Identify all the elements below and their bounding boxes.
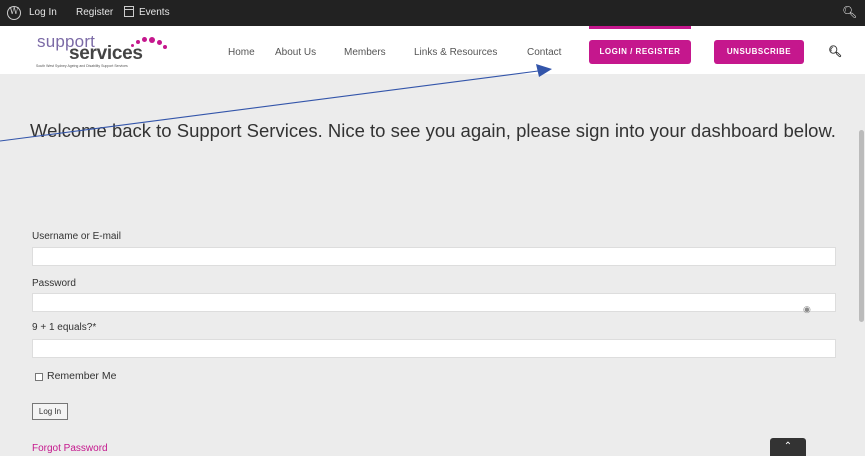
- captcha-field[interactable]: [32, 339, 836, 358]
- eye-icon[interactable]: ◉: [803, 304, 811, 315]
- remember-me-checkbox[interactable]: [35, 373, 43, 381]
- nav-about-us[interactable]: About Us: [275, 47, 316, 58]
- unsubscribe-button[interactable]: UNSUBSCRIBE: [714, 40, 804, 64]
- wordpress-icon[interactable]: W: [7, 6, 21, 20]
- scrollbar[interactable]: [859, 130, 864, 322]
- logo-tagline: South West Sydney Ageing and Disability …: [36, 64, 128, 68]
- nav-members[interactable]: Members: [344, 47, 386, 58]
- chevron-up-icon[interactable]: ⌃: [770, 438, 806, 456]
- nav-contact[interactable]: Contact: [527, 47, 561, 58]
- admin-login-link[interactable]: Log In: [29, 7, 57, 18]
- nav-links-resources[interactable]: Links & Resources: [414, 47, 497, 58]
- login-register-button[interactable]: LOGIN / REGISTER: [589, 40, 691, 64]
- nav-home[interactable]: Home: [228, 47, 255, 58]
- active-indicator: [589, 26, 691, 29]
- remember-me-label: Remember Me: [47, 370, 117, 382]
- search-icon[interactable]: 🔍︎: [842, 5, 857, 19]
- forgot-password-link[interactable]: Forgot Password: [32, 443, 108, 454]
- password-label: Password: [32, 278, 76, 289]
- log-in-button[interactable]: Log In: [32, 403, 68, 420]
- calendar-icon: [124, 6, 134, 17]
- admin-register-link[interactable]: Register: [76, 7, 113, 18]
- admin-events-link[interactable]: Events: [139, 7, 170, 18]
- captcha-label: 9 + 1 equals?*: [32, 322, 97, 333]
- password-field[interactable]: [32, 293, 836, 312]
- site-logo[interactable]: support services South West Sydney Agein…: [35, 30, 185, 70]
- admin-bar: W Log In Register Events 🔍︎: [0, 0, 865, 26]
- header-search-icon[interactable]: 🔍︎: [828, 45, 842, 58]
- username-field[interactable]: [32, 247, 836, 266]
- username-label: Username or E-mail: [32, 231, 121, 242]
- welcome-message: Welcome back to Support Services. Nice t…: [30, 120, 836, 141]
